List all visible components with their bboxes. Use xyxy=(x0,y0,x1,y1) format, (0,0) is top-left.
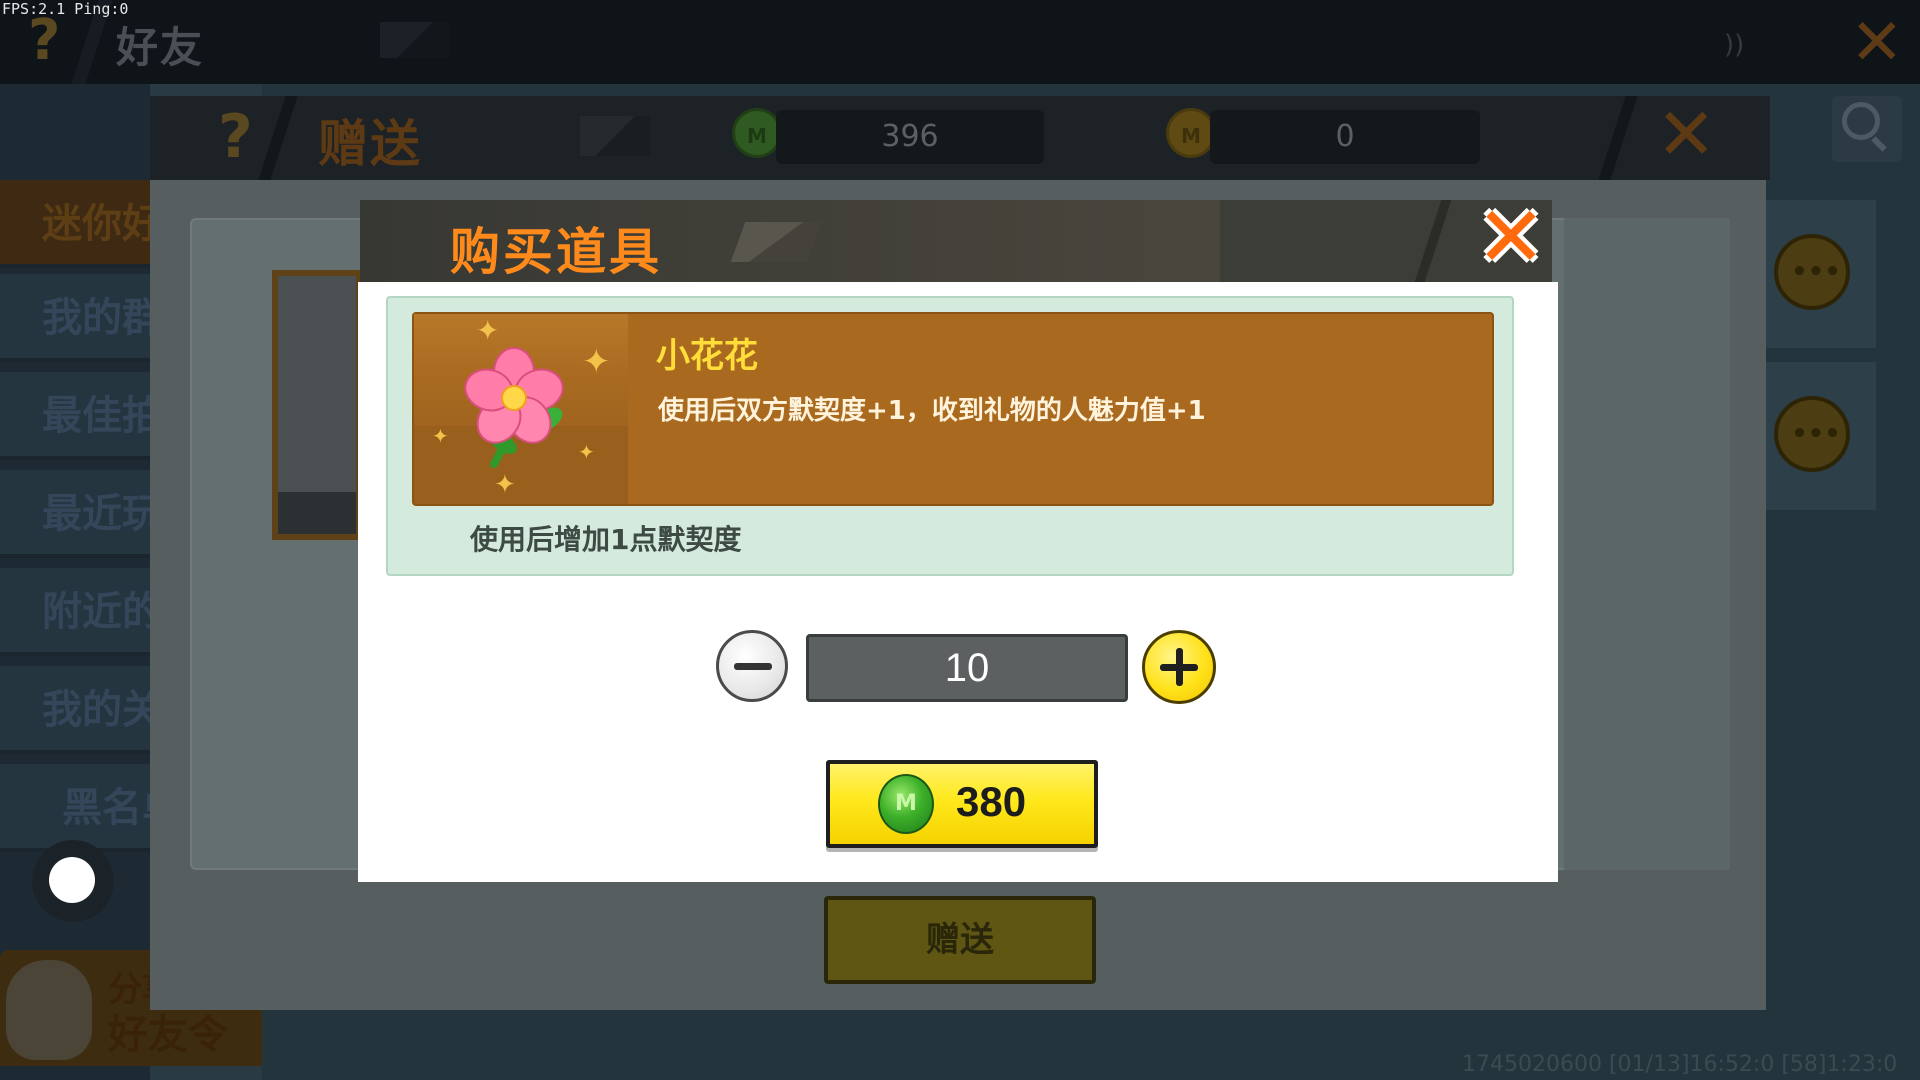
search-icon xyxy=(1842,102,1880,140)
mascot-avatar xyxy=(6,960,92,1060)
footer-id-text: 1745020600 [01/13]16:52:0 [58]1:23:0 xyxy=(1462,1052,1898,1077)
gem-price-icon: M xyxy=(878,774,934,834)
friend-token-label: 好友令 xyxy=(108,1012,228,1058)
gift-header-decoration xyxy=(580,116,650,156)
dialog-header-decoration xyxy=(730,222,822,262)
sidebar-item-blacklist[interactable]: 黑名单 xyxy=(0,764,150,852)
gold-balance-value: 0 xyxy=(1335,119,1355,154)
sparkle-icon: ✦ xyxy=(578,440,595,464)
sidebar-item-recent[interactable]: 最近玩伴 xyxy=(0,470,150,558)
gem-balance-box: 396 xyxy=(776,110,1044,164)
friends-close-icon[interactable]: ✕ xyxy=(1850,6,1904,80)
sidebar-item-groups[interactable]: 我的群组 xyxy=(0,274,150,362)
sidebar-item-mini-friends[interactable]: 迷你好友 xyxy=(0,180,150,268)
floating-button-dot xyxy=(49,857,95,903)
chat-icon[interactable]: ••• xyxy=(1774,234,1850,310)
sidebar-item-nearby[interactable]: 附近的人 xyxy=(0,568,150,656)
gift-help-icon[interactable]: ? xyxy=(218,102,253,172)
friends-top-bar xyxy=(0,0,1920,84)
dialog-title: 购买道具 xyxy=(450,223,662,281)
sparkle-icon: ✦ xyxy=(432,424,449,448)
sidebar-item-following[interactable]: 我的关注 xyxy=(0,666,150,754)
header-decoration xyxy=(380,22,450,58)
quantity-input[interactable]: 10 xyxy=(806,634,1128,702)
friends-title: 好友 xyxy=(116,23,205,72)
plus-icon-vertical xyxy=(1176,648,1183,686)
sparkle-icon: ✦ xyxy=(476,314,500,347)
send-gift-button[interactable]: 赠送 xyxy=(824,896,1096,984)
gift-title: 赠送 xyxy=(318,115,422,173)
gold-balance-box: 0 xyxy=(1210,110,1480,164)
item-name: 小花花 xyxy=(656,336,758,376)
dialog-close-icon[interactable]: ✕ xyxy=(1470,195,1552,279)
buy-price: 380 xyxy=(956,778,1027,825)
minus-icon xyxy=(734,663,772,670)
friends-sidebar: 迷你好友 我的群组 最佳拍档 最近玩伴 附近的人 我的关注 黑名单 xyxy=(0,84,150,1080)
item-effect: 使用后双方默契度+1，收到礼物的人魅力值+1 xyxy=(658,396,1206,426)
gift-side-panel xyxy=(1564,218,1730,870)
gift-item-card-label xyxy=(278,492,356,534)
gem-currency-icon: M xyxy=(732,108,782,158)
item-sub-description: 使用后增加1点默契度 xyxy=(470,523,742,556)
sparkle-icon: ✦ xyxy=(494,470,516,500)
sparkle-icon: ✦ xyxy=(582,342,611,382)
gem-balance-value: 396 xyxy=(881,119,939,154)
gold-currency-icon: M xyxy=(1166,108,1216,158)
sidebar-item-best-partner[interactable]: 最佳拍档 xyxy=(0,372,150,460)
signal-icon: )) xyxy=(1724,30,1745,60)
flower-icon xyxy=(464,347,564,468)
chat-icon[interactable]: ••• xyxy=(1774,396,1850,472)
fps-indicator: FPS:2.1 Ping:0 xyxy=(2,0,129,18)
gift-close-icon[interactable]: ✕ xyxy=(1656,92,1716,176)
